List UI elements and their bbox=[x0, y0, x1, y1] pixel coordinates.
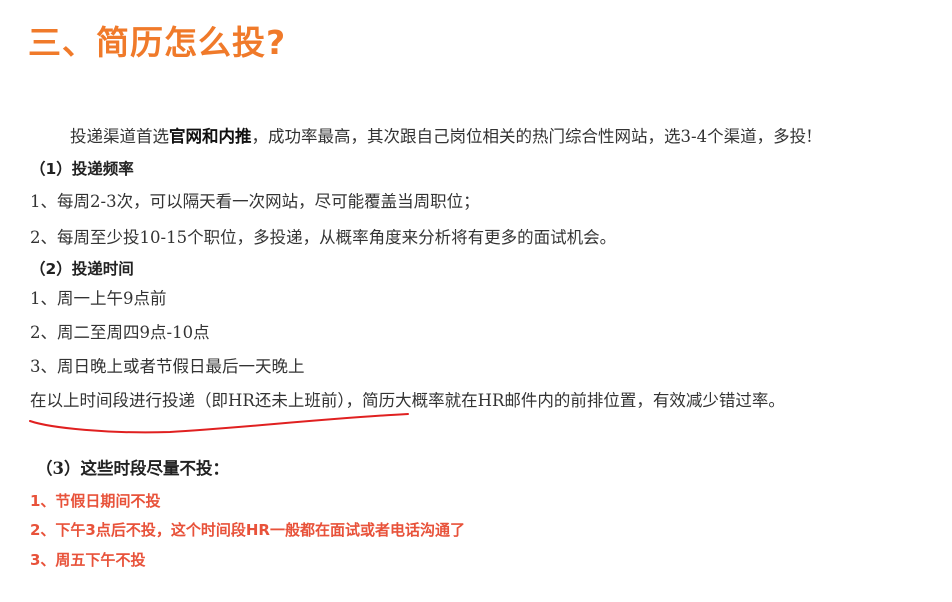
section1-heading: （1）投递频率 bbox=[30, 160, 134, 178]
section3-item-1: 1、节假日期间不投 bbox=[30, 492, 161, 510]
section2-item-3: 3、周日晚上或者节假日最后一天晚上 bbox=[30, 357, 305, 376]
section1-item-2: 2、每周至少投10-15个职位，多投递，从概率角度来分析将有更多的面试机会。 bbox=[30, 228, 617, 247]
intro-text-before: 投递渠道首选 bbox=[70, 127, 169, 146]
intro-paragraph: 投递渠道首选官网和内推，成功率最高，其次跟自己岗位相关的热门综合性网站，选3-4… bbox=[70, 126, 813, 148]
intro-emphasis: 官网和内推 bbox=[169, 127, 252, 146]
section2-item-2: 2、周二至周四9点-10点 bbox=[30, 323, 210, 342]
section2-note: 在以上时间段进行投递（即HR还未上班前），简历大概率就在HR邮件内的前排位置，有… bbox=[30, 391, 785, 410]
page-title: 三、简历怎么投? bbox=[28, 23, 287, 62]
intro-text-after: ，成功率最高，其次跟自己岗位相关的热门综合性网站，选3-4个渠道，多投! bbox=[251, 127, 813, 146]
section3-heading: （3）这些时段尽量不投： bbox=[36, 459, 229, 478]
section1-item-1: 1、每周2-3次，可以隔天看一次网站，尽可能覆盖当周职位； bbox=[30, 192, 480, 211]
section2-item-1: 1、周一上午9点前 bbox=[30, 289, 167, 308]
section3-item-3: 3、周五下午不投 bbox=[30, 551, 146, 569]
section2-heading: （2）投递时间 bbox=[30, 260, 134, 278]
section3-item-2: 2、下午3点后不投，这个时间段HR一般都在面试或者电话沟通了 bbox=[30, 521, 465, 539]
